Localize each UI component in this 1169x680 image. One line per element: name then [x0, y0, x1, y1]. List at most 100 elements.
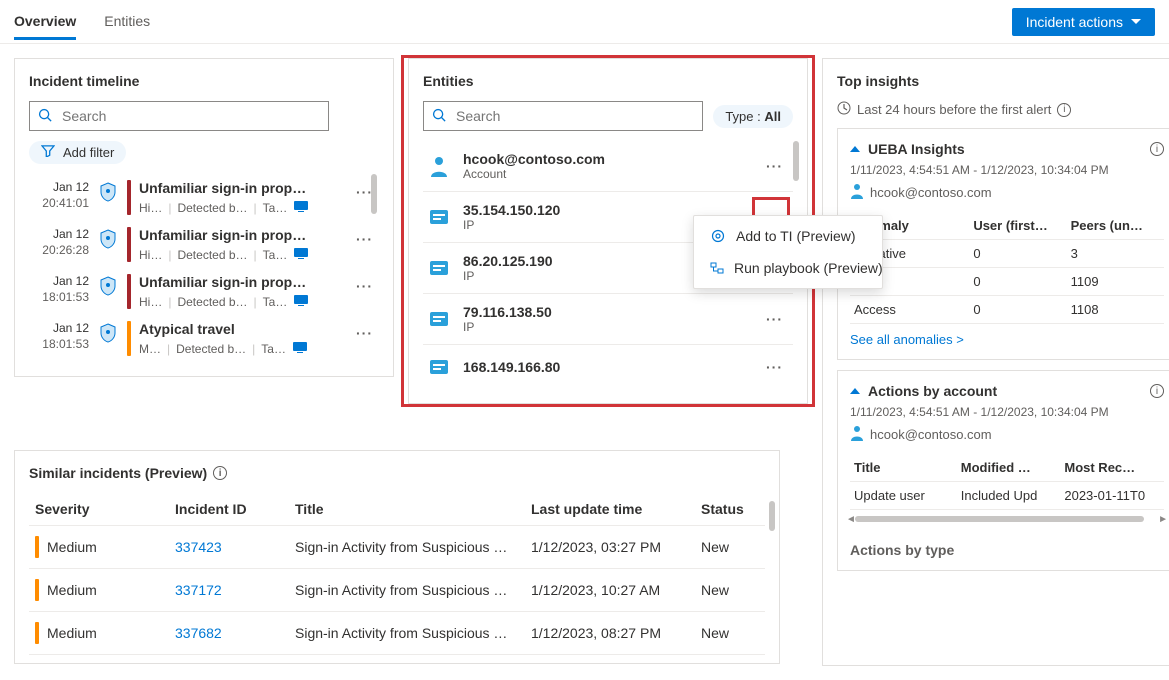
timeline-time: 18:01:53 — [29, 290, 89, 306]
incident-id-link[interactable]: 337172 — [175, 582, 222, 598]
timeline-item[interactable]: Jan 12 20:26:28 Unfamiliar sign-in prop…… — [29, 221, 379, 268]
similar-title: Similar incidents (Preview) — [29, 465, 207, 481]
incident-id-link[interactable]: 337682 — [175, 625, 222, 641]
search-icon — [38, 108, 52, 125]
timeline-item[interactable]: Jan 12 20:41:01 Unfamiliar sign-in prop…… — [29, 174, 379, 221]
incident-actions-button[interactable]: Incident actions — [1012, 8, 1155, 36]
person-icon — [850, 183, 864, 202]
computer-icon — [293, 200, 309, 215]
person-icon — [427, 155, 451, 177]
chevron-up-icon[interactable] — [850, 388, 860, 394]
col-severity[interactable]: Severity — [29, 493, 169, 526]
shield-icon — [97, 227, 119, 262]
add-filter-label: Add filter — [63, 145, 114, 160]
col-last-update[interactable]: Last update time — [525, 493, 695, 526]
entity-item[interactable]: 79.116.138.50 IP ··· — [423, 294, 793, 345]
entity-name: hcook@contoso.com — [463, 151, 748, 167]
tab-overview[interactable]: Overview — [14, 3, 76, 40]
type-value: All — [764, 109, 781, 124]
col-incident-id[interactable]: Incident ID — [169, 493, 289, 526]
clock-icon — [837, 101, 851, 118]
timeline-item[interactable]: Jan 12 18:01:53 Atypical travel M…| Dete… — [29, 315, 379, 362]
incident-id-link[interactable]: 337423 — [175, 539, 222, 555]
info-icon[interactable]: i — [1150, 384, 1164, 398]
timeline-search-input[interactable] — [60, 107, 320, 125]
more-icon[interactable]: ··· — [760, 307, 789, 331]
more-icon[interactable]: ··· — [350, 274, 379, 309]
scrollbar[interactable] — [769, 501, 775, 531]
info-icon[interactable]: i — [213, 466, 227, 480]
entity-item[interactable]: hcook@contoso.com Account ··· — [423, 141, 793, 192]
ctx-add-to-ti[interactable]: Add to TI (Preview) — [694, 220, 882, 252]
cell: 1109 — [1067, 268, 1164, 296]
timeline-meta-2: Detected b… — [176, 342, 246, 356]
scrollbar[interactable] — [371, 174, 377, 214]
filter-icon — [41, 145, 55, 160]
add-filter-button[interactable]: Add filter — [29, 141, 126, 164]
severity-bar — [35, 622, 39, 644]
col-peers[interactable]: Peers (un… — [1067, 212, 1164, 240]
ip-icon — [427, 311, 451, 327]
timeline-item[interactable]: Jan 12 18:01:53 Unfamiliar sign-in prop…… — [29, 268, 379, 315]
timeline-meta-1: Hi… — [139, 295, 162, 309]
table-row[interactable]: Medium 337423 Sign-in Activity from Susp… — [29, 526, 765, 569]
incident-title: Sign-in Activity from Suspicious … — [289, 612, 525, 655]
person-icon — [850, 425, 864, 444]
timeline-date: Jan 12 — [29, 180, 89, 196]
timeline-meta-1: M… — [139, 342, 161, 356]
severity-label: Medium — [47, 625, 97, 641]
similar-incidents-table: Severity Incident ID Title Last update t… — [29, 493, 765, 655]
topbar: Overview Entities Incident actions — [0, 0, 1169, 44]
incident-timeline-panel: Incident timeline Add filter — [14, 58, 394, 377]
severity-bar — [35, 579, 39, 601]
table-row[interactable]: nistrative03 — [850, 240, 1164, 268]
actions-by-type-title: Actions by type — [850, 542, 1164, 558]
table-row[interactable]: Update user Included Upd 2023-01-11T0 — [850, 482, 1164, 510]
col-status[interactable]: Status — [695, 493, 765, 526]
table-row[interactable]: Medium 337682 Sign-in Activity from Susp… — [29, 612, 765, 655]
entities-search-input[interactable] — [454, 107, 694, 125]
table-row[interactable]: Medium 337172 Sign-in Activity from Susp… — [29, 569, 765, 612]
entity-item[interactable]: 168.149.166.80 ··· — [423, 345, 793, 389]
incident-status: New — [695, 526, 765, 569]
incident-actions-label: Incident actions — [1026, 14, 1123, 30]
more-icon[interactable]: ··· — [350, 227, 379, 262]
info-icon[interactable]: i — [1150, 142, 1164, 156]
ueba-table: Anomaly User (first… Peers (un… nistrati… — [850, 212, 1164, 324]
ctx-run-playbook-label: Run playbook (Preview) — [734, 260, 883, 276]
ip-icon — [427, 209, 451, 225]
chevron-up-icon[interactable] — [850, 146, 860, 152]
timeline-item-title: Atypical travel — [139, 321, 342, 337]
cell: Access — [850, 296, 969, 324]
incident-last-update: 1/12/2023, 08:27 PM — [525, 612, 695, 655]
playbook-icon — [710, 261, 724, 275]
entity-name: 168.149.166.80 — [463, 359, 748, 375]
see-all-anomalies-link[interactable]: See all anomalies > — [850, 332, 964, 347]
col-most[interactable]: Most Rec… — [1060, 454, 1164, 482]
actions-range: 1/11/2023, 4:54:51 AM - 1/12/2023, 10:34… — [850, 405, 1164, 419]
timeline-search[interactable] — [29, 101, 329, 131]
entities-search[interactable] — [423, 101, 703, 131]
cell: 2023-01-11T0 — [1060, 482, 1164, 510]
more-icon[interactable]: ··· — [760, 355, 789, 379]
col-title[interactable]: Title — [850, 454, 957, 482]
col-modified[interactable]: Modified … — [957, 454, 1061, 482]
entity-kind: Account — [463, 167, 748, 181]
more-icon[interactable]: ··· — [760, 154, 789, 178]
ueba-insights-card: UEBA Insights i 1/11/2023, 4:54:51 AM - … — [837, 128, 1169, 360]
ctx-run-playbook[interactable]: Run playbook (Preview) — [694, 252, 882, 284]
table-row[interactable]: Access01108 — [850, 296, 1164, 324]
entities-panel: Entities Type : All — [408, 58, 808, 404]
cell: Included Upd — [957, 482, 1061, 510]
horizontal-scrollbar[interactable]: ◄ ► — [850, 514, 1164, 524]
col-title[interactable]: Title — [289, 493, 525, 526]
top-insights-panel: Top insights Last 24 hours before the fi… — [822, 58, 1169, 666]
more-icon[interactable]: ··· — [350, 321, 379, 356]
entities-type-filter[interactable]: Type : All — [713, 105, 793, 128]
severity-bar — [127, 274, 131, 309]
col-user[interactable]: User (first… — [969, 212, 1066, 240]
table-row[interactable]: ion01109 — [850, 268, 1164, 296]
scrollbar[interactable] — [793, 141, 799, 181]
tab-entities[interactable]: Entities — [104, 3, 150, 40]
info-icon[interactable]: i — [1057, 103, 1071, 117]
